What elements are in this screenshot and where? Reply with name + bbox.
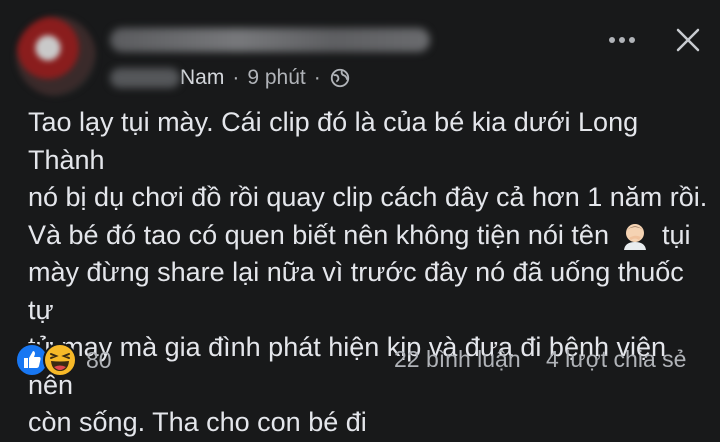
comments-count-link[interactable]: 22 bình luận [394, 346, 521, 373]
close-icon[interactable] [668, 20, 708, 60]
haha-icon [43, 343, 77, 377]
meta-separator: · [232, 66, 240, 89]
avatar[interactable] [16, 16, 96, 96]
post-text: Tao lạy tụi mày. Cái clip đó là của bé k… [28, 104, 708, 442]
post-line: Và bé đó tao có quen biết nên không tiện… [28, 217, 708, 255]
post-card: Nam · 9 phút · Tao lạy tụi mày. Cái clip… [0, 0, 720, 437]
meta-separator-2: · [313, 66, 321, 89]
more-options-button[interactable] [600, 22, 644, 58]
post-line: còn sống. Tha cho con bé đi [28, 407, 367, 437]
more-icon-dot [629, 37, 635, 43]
shares-count-link[interactable]: 4 lượt chia sẻ [546, 346, 686, 373]
more-icon-dot [619, 37, 625, 43]
post-line: Tao lạy tụi mày. Cái clip đó là của bé k… [28, 107, 639, 175]
author-name-blurred[interactable] [110, 28, 430, 52]
post-line-text: Và bé đó tao có quen biết nên không tiện… [28, 219, 609, 250]
author-name-blurred-prefix [110, 68, 180, 88]
post-line-text: tụi [662, 219, 691, 250]
more-icon-dot [609, 37, 615, 43]
post-line: nó bị dụ chơi đồ rồi quay clip cách đây … [28, 182, 708, 212]
post-time[interactable]: 9 phút [247, 66, 305, 90]
globe-icon [330, 68, 349, 88]
reaction-count: 80 [86, 346, 112, 373]
reactions-summary[interactable]: 80 [14, 340, 112, 380]
facepalm-emoji-icon [624, 223, 647, 250]
author-name-suffix[interactable]: Nam [180, 66, 224, 90]
post-line: mày đừng share lại nữa vì trước đây nó đ… [28, 257, 684, 325]
post-meta: Nam · 9 phút · [110, 64, 351, 92]
